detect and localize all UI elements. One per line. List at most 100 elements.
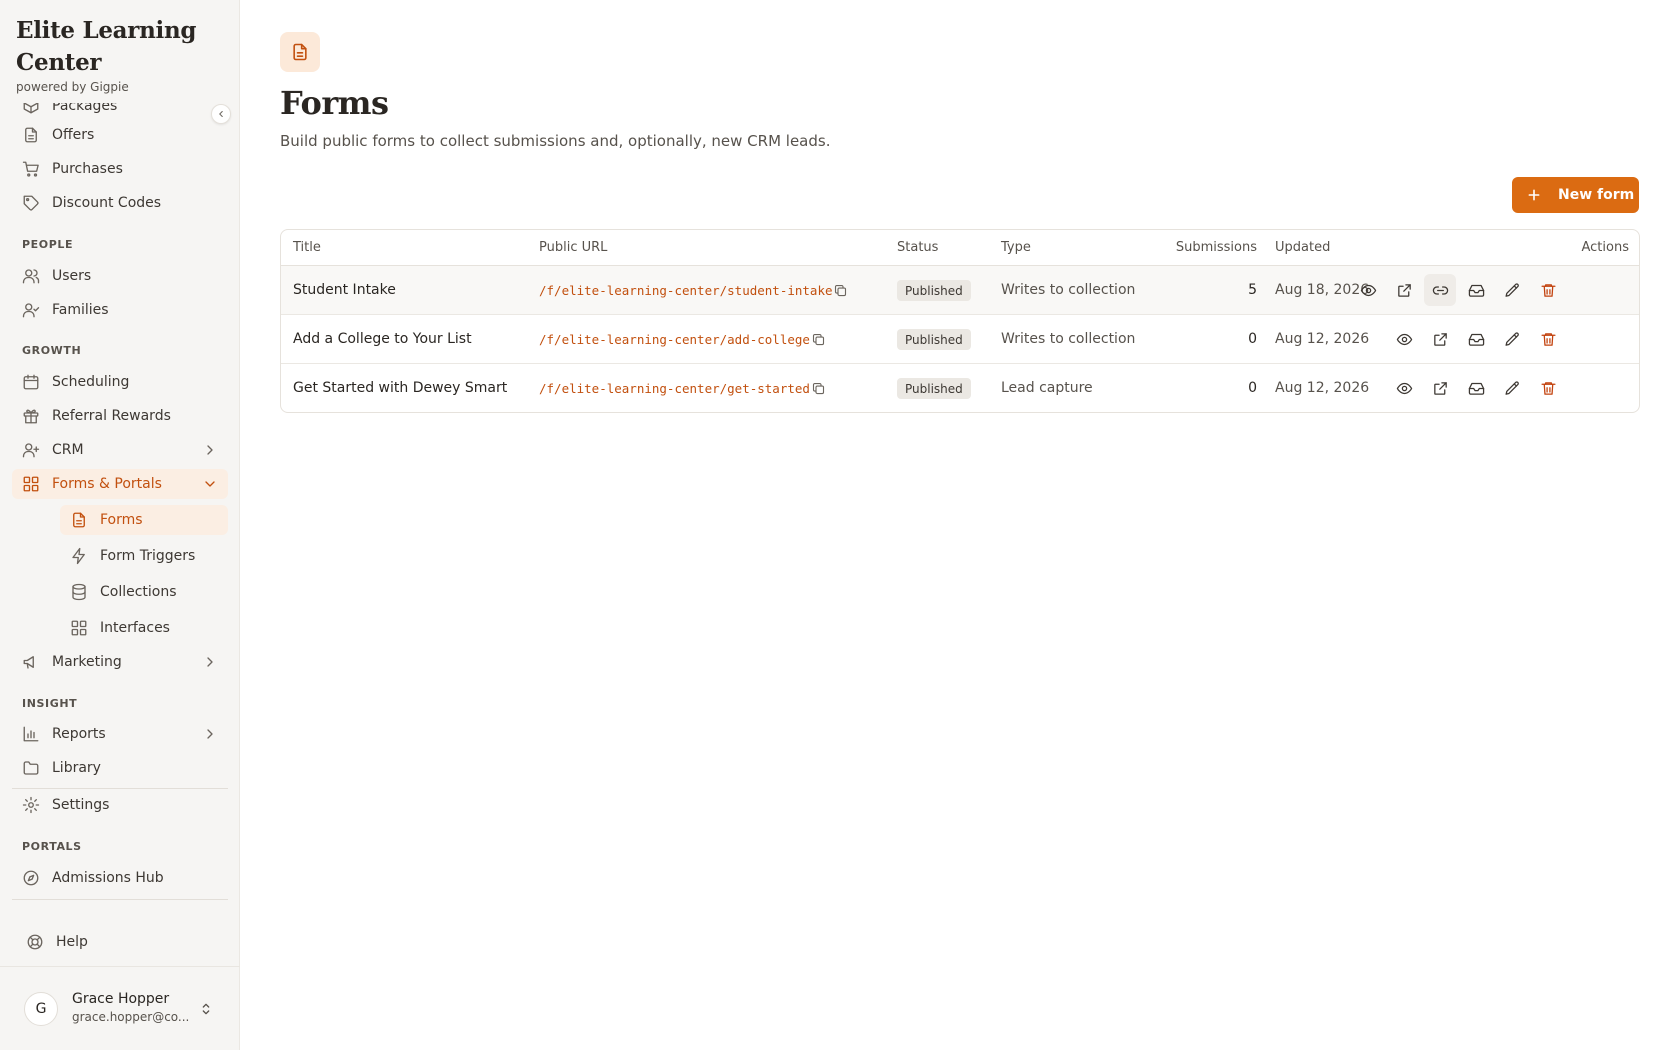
main-content: Forms Build public forms to collect subm… — [240, 0, 1680, 1050]
new-form-button[interactable]: New form — [1512, 177, 1639, 213]
sidebar-item-admissions-hub[interactable]: Admissions Hub — [12, 863, 228, 893]
form-url-link[interactable]: /f/elite-learning-center/get-started — [539, 381, 810, 396]
status-badge: Published — [897, 329, 971, 350]
sidebar-item-settings[interactable]: Settings — [12, 790, 228, 820]
delete-button[interactable] — [1532, 372, 1564, 404]
chevron-down-icon — [205, 481, 215, 487]
open-form-button[interactable] — [1388, 274, 1420, 306]
sidebar-item-scheduling[interactable]: Scheduling — [12, 367, 228, 397]
pencil-icon — [1504, 282, 1519, 297]
form-url-link[interactable]: /f/elite-learning-center/add-college — [539, 332, 810, 347]
sidebar-item-forms-portals[interactable]: Forms & Portals — [12, 469, 228, 499]
calendar-icon — [23, 374, 39, 390]
column-header-status: Status — [897, 240, 939, 255]
sidebar-item-crm[interactable]: CRM — [12, 435, 228, 465]
table-row[interactable]: Get Started with Dewey Smart /f/elite-le… — [281, 364, 1639, 412]
open-form-button[interactable] — [1424, 323, 1456, 355]
forms-table: Title Public URL Status Type Submissions… — [280, 229, 1640, 413]
sidebar-divider — [12, 788, 228, 789]
sidebar-item-users[interactable]: Users — [12, 261, 228, 291]
delete-button[interactable] — [1532, 323, 1564, 355]
sidebar-item-label: Families — [52, 302, 109, 318]
avatar: G — [24, 992, 58, 1026]
sidebar-item-form-triggers[interactable]: Form Triggers — [60, 541, 228, 571]
sidebar-item-discount-codes[interactable]: Discount Codes — [12, 188, 228, 218]
preview-button[interactable] — [1388, 372, 1420, 404]
sidebar-item-purchases[interactable]: Purchases — [12, 154, 228, 184]
user-name: Grace Hopper — [72, 991, 170, 1007]
external-link-icon — [1433, 381, 1447, 395]
page-title: Forms — [280, 84, 389, 122]
link-icon — [1432, 285, 1448, 295]
sidebar-item-referral-rewards[interactable]: Referral Rewards — [12, 401, 228, 431]
preview-button[interactable] — [1352, 274, 1384, 306]
cart-icon — [22, 161, 39, 177]
grid-icon — [71, 620, 87, 636]
sidebar-item-interfaces[interactable]: Interfaces — [60, 613, 228, 643]
column-header-url: Public URL — [539, 240, 608, 255]
sidebar-item-label: Forms — [100, 512, 143, 528]
users-icon — [22, 269, 40, 284]
form-title: Get Started with Dewey Smart — [293, 380, 508, 396]
updated-date: Aug 12, 2026 — [1275, 331, 1370, 347]
preview-button[interactable] — [1388, 323, 1420, 355]
table-row[interactable]: Student Intake /f/elite-learning-center/… — [281, 266, 1639, 315]
sidebar-item-label: Interfaces — [100, 620, 170, 636]
document-icon — [73, 512, 85, 528]
copy-icon[interactable] — [833, 283, 848, 298]
sidebar-item-offers[interactable]: Offers — [12, 120, 228, 150]
section-label-portals: PORTALS — [22, 840, 82, 853]
trash-icon — [1540, 283, 1556, 297]
table-row[interactable]: Add a College to Your List /f/elite-lear… — [281, 315, 1639, 364]
gift-icon — [23, 409, 39, 424]
sidebar-item-label: Purchases — [52, 161, 123, 177]
sidebar-item-label: Form Triggers — [100, 548, 196, 564]
sidebar-item-families[interactable]: Families — [12, 295, 228, 325]
submissions-button[interactable] — [1460, 372, 1492, 404]
column-header-title: Title — [293, 240, 321, 255]
sidebar-item-label: Reports — [52, 726, 106, 742]
sidebar-item-label: Help — [56, 934, 88, 950]
user-menu[interactable]: G Grace Hopper grace.hopper@co... — [12, 984, 228, 1034]
sidebar-item-help[interactable]: Help — [16, 928, 226, 956]
user-check-icon — [22, 303, 40, 318]
form-url-link[interactable]: /f/elite-learning-center/student-intake — [539, 283, 833, 298]
sidebar-item-forms[interactable]: Forms — [60, 505, 228, 535]
submissions-button[interactable] — [1460, 323, 1492, 355]
sidebar-item-label: Collections — [100, 584, 177, 600]
sidebar-item-label: Forms & Portals — [52, 476, 162, 492]
delete-button[interactable] — [1532, 274, 1564, 306]
sidebar-item-label: Packages — [52, 103, 118, 114]
sidebar-item-label: Settings — [52, 797, 110, 813]
megaphone-icon — [23, 656, 34, 669]
user-plus-icon — [22, 443, 40, 458]
updated-date: Aug 12, 2026 — [1275, 380, 1370, 396]
sidebar-item-marketing[interactable]: Marketing — [12, 647, 228, 677]
copy-icon[interactable] — [811, 332, 826, 347]
open-form-button[interactable] — [1424, 372, 1456, 404]
folder-icon — [23, 761, 39, 775]
chevron-left-icon — [219, 110, 223, 118]
sidebar-item-library[interactable]: Library — [12, 753, 228, 783]
plus-icon — [1528, 189, 1540, 201]
sidebar-divider — [12, 899, 228, 900]
submission-count: 5 — [1248, 282, 1257, 298]
collapse-sidebar-button[interactable] — [211, 104, 231, 124]
edit-button[interactable] — [1496, 372, 1528, 404]
edit-button[interactable] — [1496, 274, 1528, 306]
chevron-right-icon — [207, 729, 213, 739]
form-title: Student Intake — [293, 282, 396, 298]
chevron-updown-icon — [202, 1003, 210, 1015]
edit-button[interactable] — [1496, 323, 1528, 355]
sidebar-item-reports[interactable]: Reports — [12, 719, 228, 749]
copy-icon[interactable] — [811, 381, 826, 396]
sidebar-item-collections[interactable]: Collections — [60, 577, 228, 607]
inbox-icon — [1468, 333, 1484, 346]
sidebar-item-label: Referral Rewards — [52, 408, 171, 424]
column-header-submissions: Submissions — [1175, 240, 1257, 255]
sidebar-item-packages[interactable]: Packages — [12, 103, 228, 121]
sidebar-item-label: Users — [52, 268, 92, 284]
link-button[interactable] — [1424, 274, 1456, 306]
sidebar: Elite Learning Center powered by Gigpie … — [0, 0, 240, 1050]
submissions-button[interactable] — [1460, 274, 1492, 306]
